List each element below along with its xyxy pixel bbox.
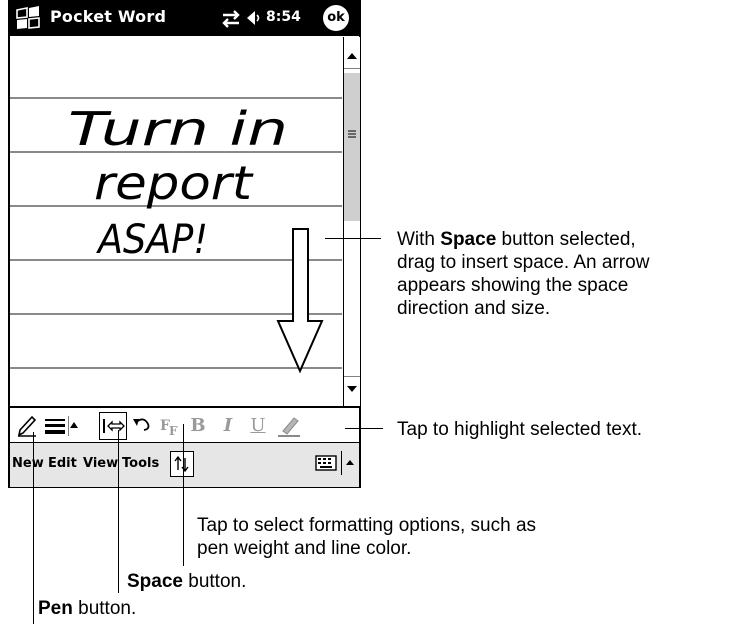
handwriting-line-1: Turn in [68, 102, 288, 156]
pen-icon[interactable] [16, 414, 38, 438]
underline-button[interactable]: U [248, 414, 268, 438]
scroll-up-arrow-icon[interactable] [344, 37, 360, 69]
handwritten-note: Turn in report ASAP! [68, 102, 324, 374]
drawing-toolbar: F F B I U [10, 406, 359, 444]
highlight-icon[interactable] [276, 414, 302, 438]
volume-icon[interactable] [243, 8, 263, 28]
ok-button[interactable]: ok [323, 5, 349, 31]
sort-icon[interactable] [170, 451, 194, 477]
input-arrow-icon[interactable] [341, 451, 358, 475]
menu-new[interactable]: New [12, 456, 44, 471]
callout-line-format [183, 424, 184, 566]
windows-flag-icon[interactable] [14, 6, 42, 30]
app-title: Pocket Word [50, 7, 167, 26]
scroll-thumb[interactable] [344, 73, 360, 221]
clock[interactable]: 8:54 [266, 9, 301, 25]
svg-text:F: F [169, 424, 178, 438]
callout-line-space-button [118, 430, 119, 593]
handwriting-line-3: ASAP! [95, 217, 208, 263]
format-icon[interactable]: F F [158, 414, 182, 438]
dropdown-arrow-icon[interactable] [68, 414, 78, 438]
title-bar: Pocket Word 8:54 ok [10, 0, 359, 36]
callout-space-button: Space button. [127, 571, 247, 592]
handwriting-line-2: report [94, 156, 254, 210]
keyboard-icon[interactable] [315, 455, 337, 471]
callout-format: Tap to select formatting options, such a… [197, 515, 537, 559]
undo-icon[interactable] [130, 414, 154, 438]
menu-view[interactable]: View [83, 456, 118, 471]
scroll-down-arrow-icon[interactable] [344, 376, 360, 406]
space-icon[interactable] [99, 412, 127, 440]
bold-button[interactable]: B [188, 414, 208, 438]
callout-space-drag: With Space button selected, drag to inse… [397, 229, 650, 319]
scroll-grip-icon [348, 130, 356, 138]
callout-pen-button: Pen button. [38, 598, 137, 619]
menu-edit[interactable]: Edit [48, 456, 77, 471]
device-screen: Pocket Word 8:54 ok Turn in report ASAP! [8, 0, 361, 488]
writing-area[interactable]: Turn in report ASAP! [10, 37, 342, 406]
callout-line-space-drag [325, 238, 381, 239]
vertical-scrollbar[interactable] [343, 37, 360, 406]
connectivity-icon[interactable] [220, 9, 242, 29]
menu-bar: New Edit View Tools [10, 442, 359, 487]
insert-space-arrow [276, 228, 324, 374]
menu-tools[interactable]: Tools [122, 456, 159, 471]
line-weight-icon[interactable] [44, 414, 66, 438]
callout-highlight: Tap to highlight selected text. [397, 419, 643, 440]
callout-line-pen-button [33, 432, 34, 624]
callout-line-highlight [345, 428, 383, 429]
italic-button[interactable]: I [218, 414, 238, 438]
